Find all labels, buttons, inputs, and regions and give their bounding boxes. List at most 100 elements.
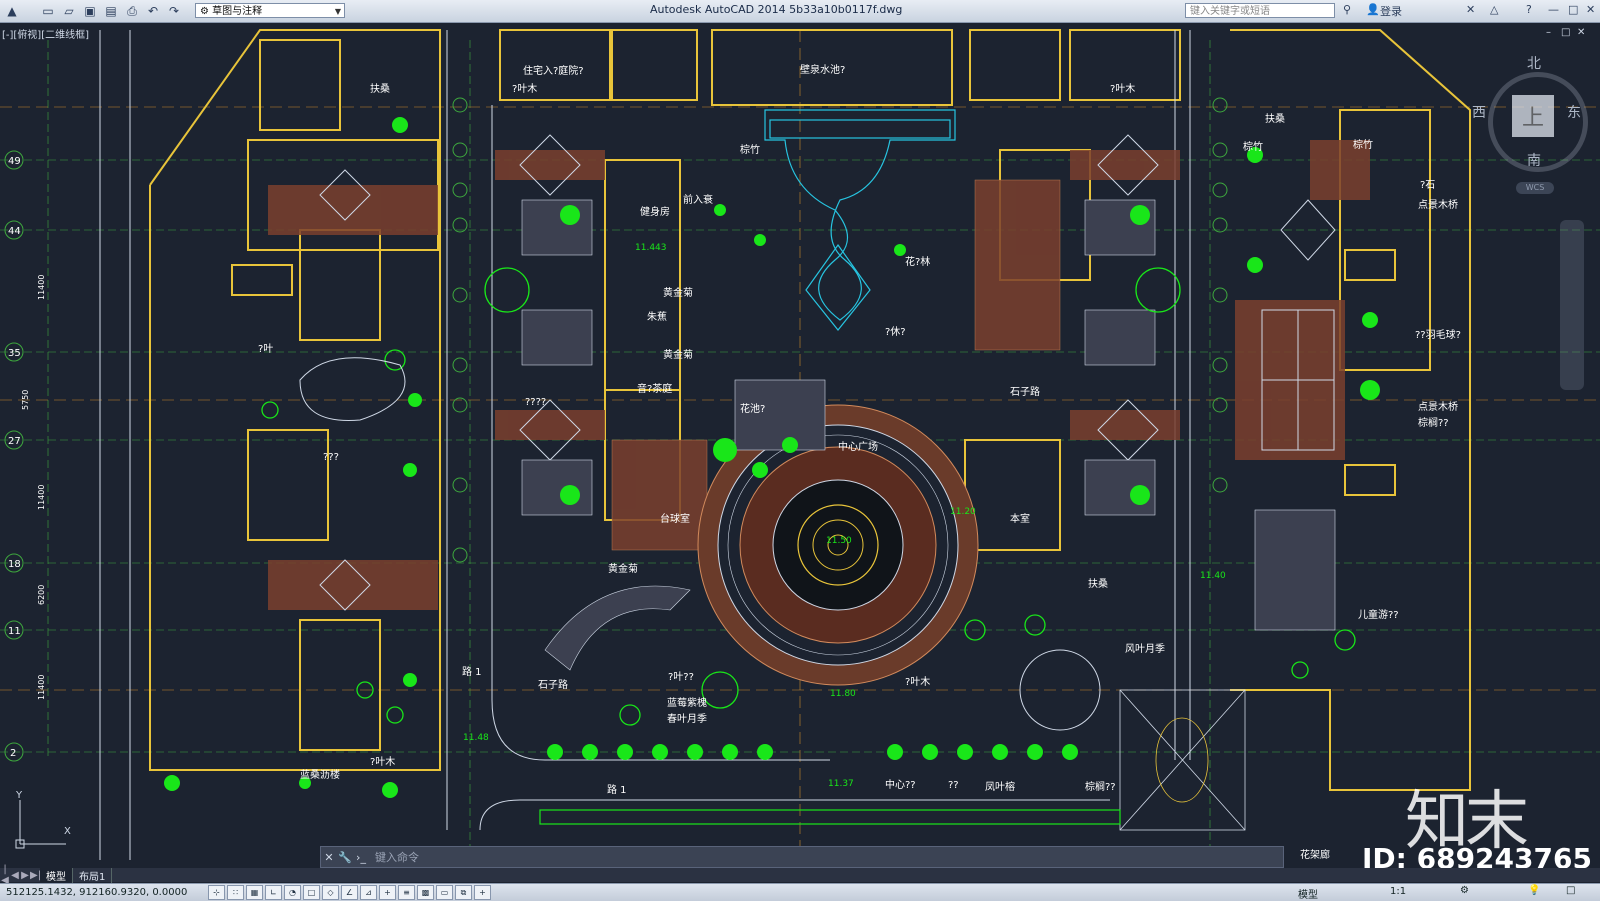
navigation-bar[interactable] [1560, 220, 1584, 390]
plan-label: ?? [948, 780, 959, 791]
redo-icon[interactable]: ↷ [165, 3, 183, 19]
grid-icon[interactable]: ▦ [246, 885, 263, 900]
plan-label: 棕榈?? [1085, 780, 1116, 793]
otrack-icon[interactable]: ∠ [341, 885, 358, 900]
plan-label: 棕竹 [1243, 140, 1263, 153]
elevation-label: 11.40 [1200, 571, 1226, 581]
dim-label: 11400 [37, 275, 46, 300]
close-button[interactable]: ✕ [1586, 3, 1595, 16]
plan-label: 风叶月季 [1125, 643, 1165, 655]
viewport-controls[interactable]: [-][俯视][二维线框] [2, 26, 89, 41]
login-button[interactable]: 登录 [1380, 3, 1402, 19]
open-file-icon[interactable]: ▱ [60, 3, 78, 19]
drawing-minimize-button[interactable]: – [1546, 27, 1551, 38]
grid-row-label: 27 [8, 436, 21, 447]
coordinates-readout[interactable]: 512125.1432, 912160.9320, 0.0000 [6, 887, 206, 898]
annotation-monitor-icon[interactable]: + [474, 885, 491, 900]
binoculars-icon[interactable]: ⚲ [1343, 3, 1351, 16]
landscape-plan-drawing: 49 44 35 27 18 11 2 11400 5750 11400 620… [0, 29, 1600, 861]
drawing-canvas[interactable]: 49 44 35 27 18 11 2 11400 5750 11400 620… [0, 23, 1600, 875]
prompt-icon[interactable]: ›_ [353, 851, 369, 864]
lineweight-icon[interactable]: ≡ [398, 885, 415, 900]
exchange-icon[interactable]: ✕ [1466, 3, 1475, 16]
grid-row-label: 2 [10, 748, 16, 759]
save-icon[interactable]: ▣ [81, 3, 99, 19]
infer-constraints-icon[interactable]: ⊹ [208, 885, 225, 900]
tab-model[interactable]: 模型 [40, 867, 73, 883]
transparency-icon[interactable]: ▩ [417, 885, 434, 900]
curved-path [544, 585, 691, 671]
chevron-down-icon: ▼ [334, 7, 341, 16]
grid-row-label: 49 [8, 156, 21, 167]
user-icon[interactable]: 👤 [1366, 3, 1380, 16]
viewcube[interactable]: 上 北 南 东 西 WCS [1472, 50, 1590, 200]
quick-properties-icon[interactable]: ▭ [436, 885, 453, 900]
plan-label: 花池? [740, 402, 765, 415]
plan-label: ?叶木 [512, 83, 537, 95]
plan-label: 黄金菊 [663, 348, 693, 361]
plan-label: 点景木桥 [1418, 401, 1458, 413]
water-feature [764, 109, 956, 331]
plan-label: 音?茶庭 [637, 382, 672, 395]
plan-label: 花架廊 [1300, 848, 1330, 861]
plan-label: 黄金菊 [608, 562, 638, 575]
plan-label: 蓝莓紫槐 [667, 696, 707, 709]
next-tab-arrow-icon[interactable]: ▶ [20, 870, 30, 881]
help-icon[interactable]: ? [1526, 3, 1532, 16]
plan-label: 石子路 [1010, 385, 1040, 398]
plan-label: 健身房 [640, 205, 670, 218]
drawing-restore-button[interactable]: □ [1561, 27, 1570, 38]
gear-icon: ⚙ [200, 6, 209, 17]
window-title: Autodesk AutoCAD 2014 5b33a10b0117f.dwg [650, 3, 903, 16]
grid-row-label: 35 [8, 348, 21, 359]
3d-osnap-icon[interactable]: ◇ [322, 885, 339, 900]
fullscreen-icon[interactable]: □ [1566, 885, 1575, 896]
tab-layout1[interactable]: 布局1 [73, 867, 113, 883]
drawing-close-button[interactable]: ✕ [1577, 27, 1585, 38]
ortho-icon[interactable]: ∟ [265, 885, 282, 900]
command-line[interactable]: ✕ 🔧 ›_ 键入命令 [320, 846, 1284, 868]
prev-tab-arrow-icon[interactable]: ◀ [10, 870, 20, 881]
command-input[interactable]: 键入命令 [375, 849, 419, 865]
compass-east[interactable]: 东 [1567, 102, 1581, 122]
lightbulb-icon[interactable]: 💡 [1528, 885, 1540, 896]
annotation-scale[interactable]: 1:1 [1390, 886, 1406, 897]
app-menu-icon[interactable]: ▲ [3, 3, 21, 19]
model-space-toggle[interactable]: 模型 [1298, 886, 1318, 901]
undo-icon[interactable]: ↶ [144, 3, 162, 19]
compass-south[interactable]: 南 [1527, 150, 1541, 170]
last-tab-arrow-icon[interactable]: ▶| [30, 870, 41, 881]
maximize-button[interactable]: □ [1568, 3, 1578, 16]
polar-icon[interactable]: ◔ [284, 885, 301, 900]
snap-icon[interactable]: ∷ [227, 885, 244, 900]
wrench-icon[interactable]: 🔧 [337, 851, 353, 864]
gear-icon[interactable]: ⚙ [1460, 885, 1469, 896]
viewcube-top-face[interactable]: 上 [1512, 95, 1554, 137]
dyn-icon[interactable]: + [379, 885, 396, 900]
elevation-label: 11.80 [830, 689, 856, 699]
pavilion [1119, 689, 1246, 831]
dim-label: 11400 [37, 485, 46, 510]
print-icon[interactable]: ⎙ [123, 3, 141, 19]
plan-label: 石子路 [538, 678, 568, 691]
plan-label: 春叶月季 [667, 713, 707, 725]
search-input[interactable]: 键入关键字或短语 [1185, 3, 1335, 18]
selection-cycling-icon[interactable]: ⧉ [455, 885, 472, 900]
plan-label: 路 1 [607, 783, 627, 796]
ducs-icon[interactable]: ⊿ [360, 885, 377, 900]
workspace-select[interactable]: ⚙ 草图与注释 ▼ [195, 3, 345, 18]
osnap-icon[interactable]: □ [303, 885, 320, 900]
compass-north[interactable]: 北 [1527, 53, 1541, 73]
grid-row-label: 44 [8, 226, 21, 237]
grid-row-label: 18 [8, 559, 21, 570]
compass-west[interactable]: 西 [1472, 102, 1486, 122]
new-file-icon[interactable]: ▭ [39, 3, 57, 19]
wcs-menu[interactable]: WCS [1516, 182, 1554, 194]
plan-label: 儿童游?? [1358, 608, 1399, 621]
minimize-button[interactable]: — [1548, 3, 1559, 16]
plan-label: 前入衰 [683, 193, 713, 206]
close-icon[interactable]: ✕ [321, 851, 337, 864]
a360-icon[interactable]: △ [1490, 3, 1498, 16]
elevation-label: 11.37 [828, 779, 854, 789]
save-as-icon[interactable]: ▤ [102, 3, 120, 19]
